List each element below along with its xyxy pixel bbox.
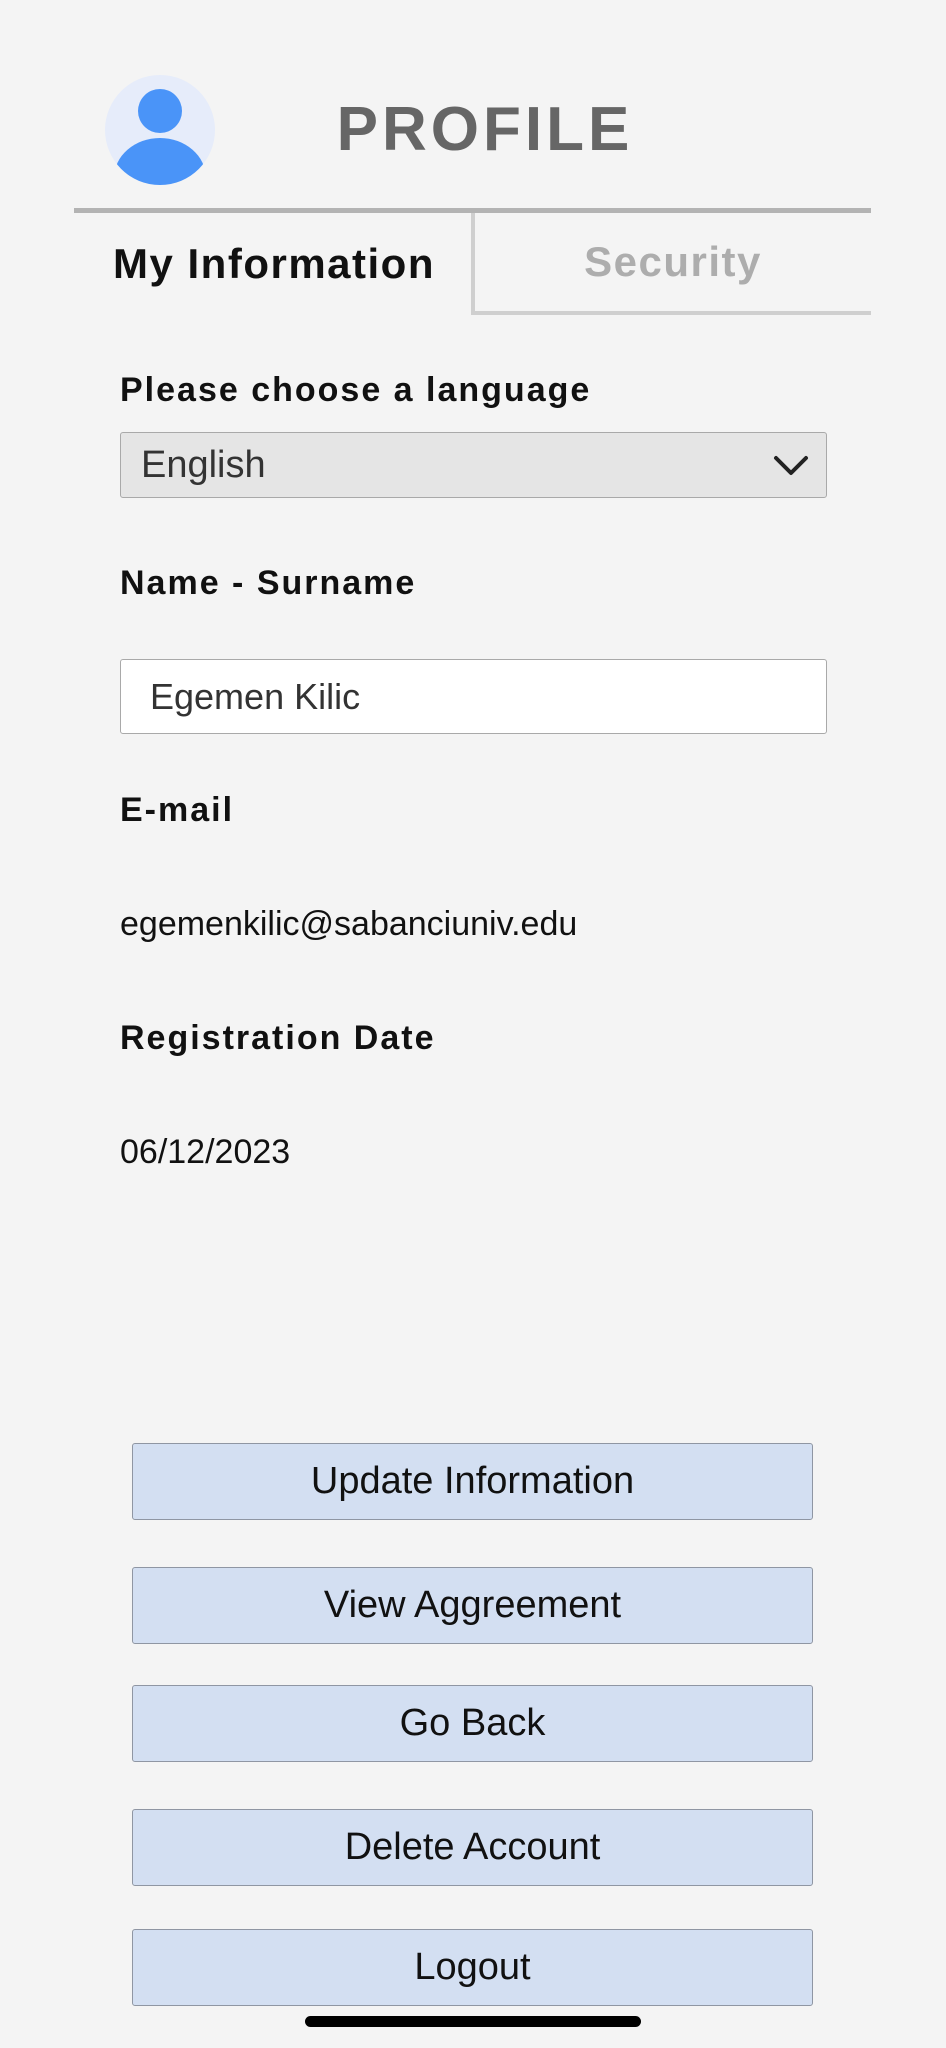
home-indicator[interactable]: [305, 2016, 641, 2027]
name-surname-input[interactable]: [120, 659, 827, 734]
chevron-down-icon: [774, 456, 808, 475]
language-select[interactable]: English: [120, 432, 827, 498]
delete-account-button[interactable]: Delete Account: [132, 1809, 813, 1886]
user-avatar-icon: [114, 89, 206, 185]
tab-my-information[interactable]: My Information: [74, 213, 474, 315]
logout-button[interactable]: Logout: [132, 1929, 813, 2006]
language-label: Please choose a language: [120, 371, 592, 409]
page-title: PROFILE: [336, 95, 634, 164]
go-back-button[interactable]: Go Back: [132, 1685, 813, 1762]
update-information-button[interactable]: Update Information: [132, 1443, 813, 1520]
registration-date-value: 06/12/2023: [120, 1133, 291, 1171]
email-label: E-mail: [120, 791, 235, 829]
view-agreement-button[interactable]: View Aggreement: [132, 1567, 813, 1644]
name-label: Name - Surname: [120, 564, 417, 602]
registration-date-label: Registration Date: [120, 1019, 436, 1057]
avatar: [105, 75, 215, 185]
language-select-value: English: [141, 443, 266, 486]
email-value: egemenkilic@sabanciuniv.edu: [120, 905, 578, 943]
tab-security[interactable]: Security: [471, 213, 871, 315]
